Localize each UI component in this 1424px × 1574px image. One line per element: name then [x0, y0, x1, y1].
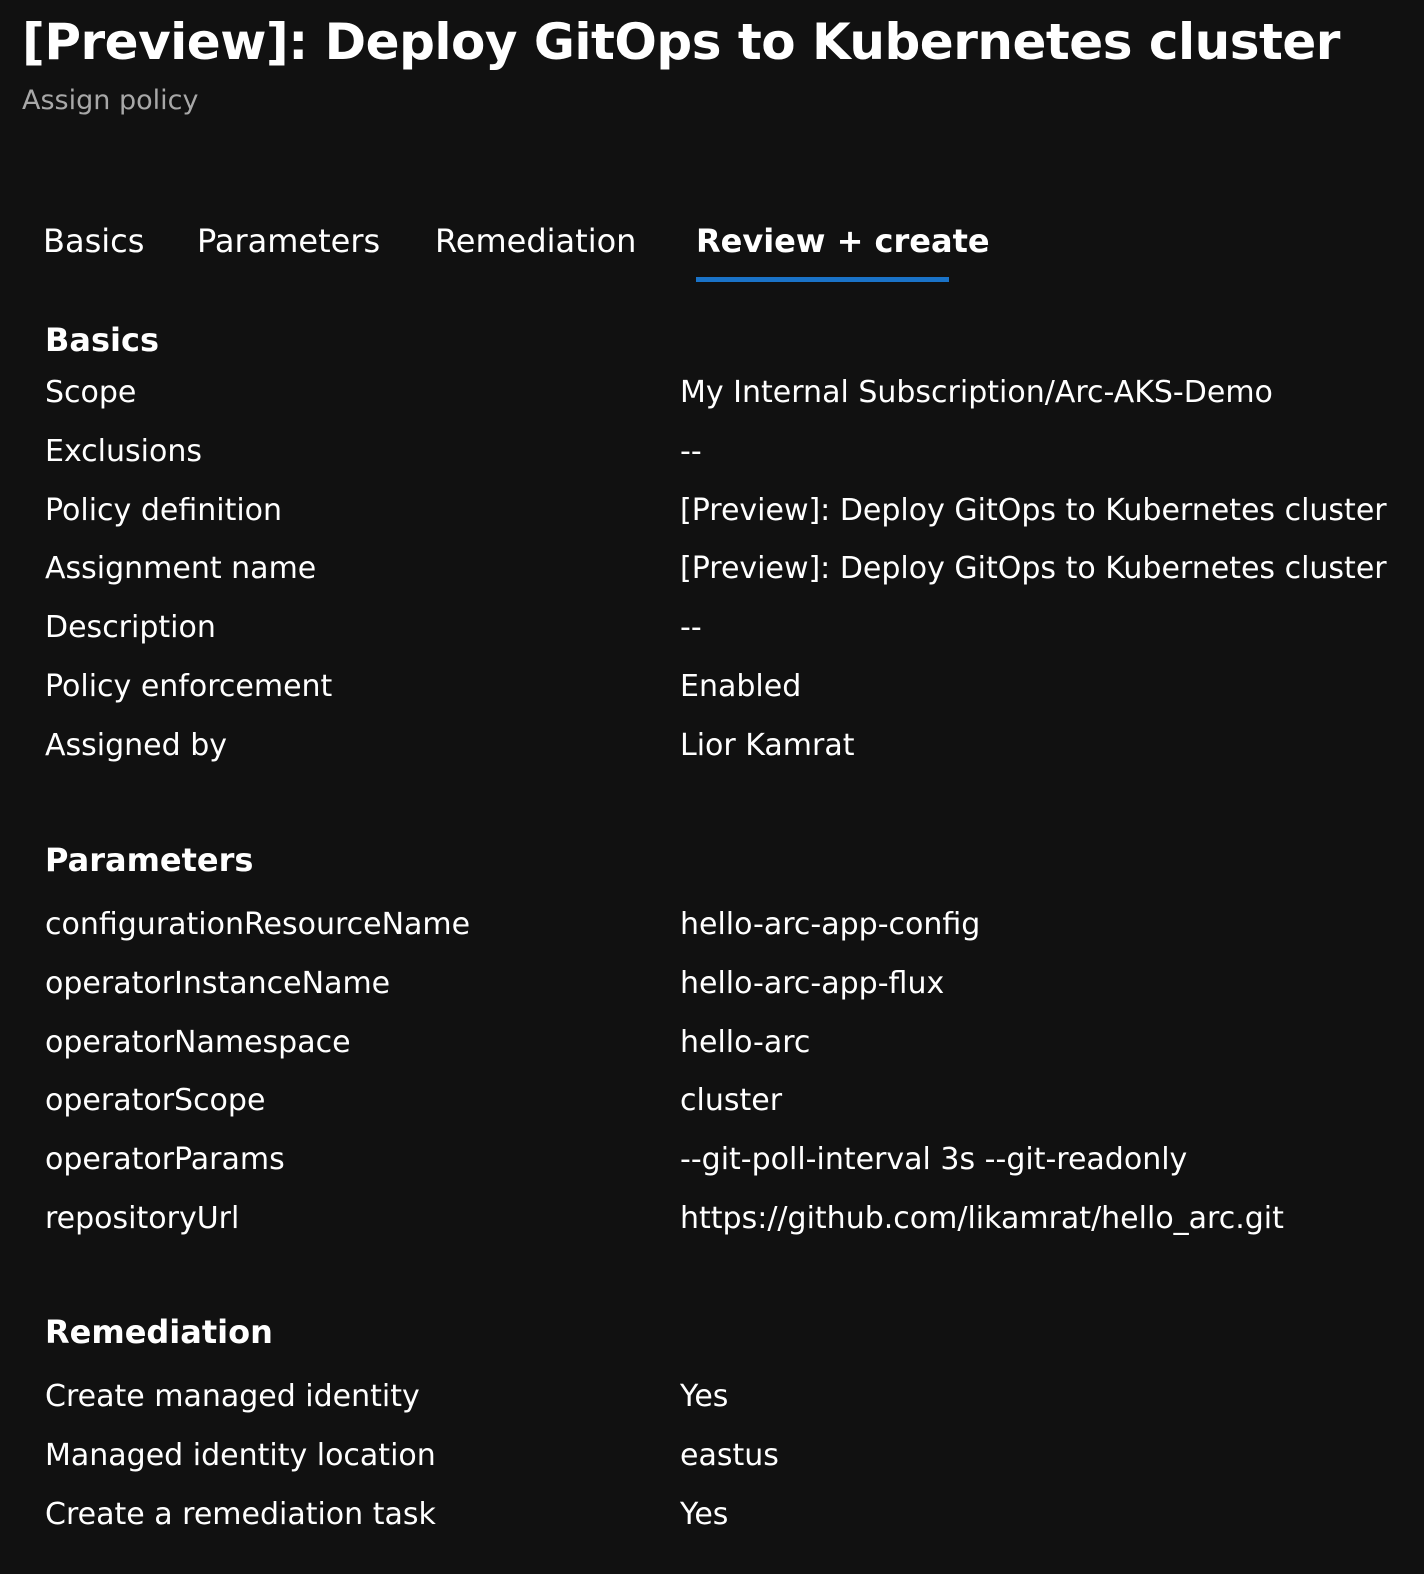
row-label: operatorScope	[45, 1083, 266, 1119]
tab-remediation[interactable]: Remediation	[435, 214, 636, 268]
summary-row-managed-identity-location: Managed identity location eastus	[45, 1435, 1405, 1494]
page-header: [Preview]: Deploy GitOps to Kubernetes c…	[22, 10, 1340, 119]
summary-row-operator-params: operatorParams --git-poll-interval 3s --…	[45, 1139, 1405, 1198]
summary-row-operator-namespace: operatorNamespace hello-arc	[45, 1022, 1405, 1081]
summary-row-create-managed-identity: Create managed identity Yes	[45, 1376, 1405, 1435]
summary-row-policy-definition: Policy definition [Preview]: Deploy GitO…	[45, 490, 1405, 549]
page-title: [Preview]: Deploy GitOps to Kubernetes c…	[22, 13, 1340, 71]
row-value: hello-arc	[680, 1024, 811, 1060]
row-value: Yes	[680, 1496, 729, 1532]
summary-row-assigned-by: Assigned by Lior Kamrat	[45, 725, 1405, 784]
row-value: My Internal Subscription/Arc-AKS-Demo	[680, 375, 1273, 410]
row-value: eastus	[680, 1437, 779, 1473]
tab-basics[interactable]: Basics	[43, 214, 144, 268]
row-value: https://github.com/likamrat/hello_arc.gi…	[680, 1200, 1284, 1236]
row-label: operatorNamespace	[45, 1024, 351, 1060]
section-title-parameters: Parameters	[45, 841, 254, 879]
remediation-section: Remediation Create managed identity Yes …	[45, 1310, 1405, 1552]
row-label: configurationResourceName	[45, 907, 471, 942]
row-label: Assigned by	[45, 727, 228, 763]
row-label: Scope	[45, 375, 137, 410]
row-value: --	[680, 610, 702, 646]
row-label: Policy enforcement	[45, 668, 333, 704]
row-label: Description	[45, 610, 216, 646]
row-label: repositoryUrl	[45, 1200, 240, 1236]
row-label: Create managed identity	[45, 1379, 420, 1414]
row-value: Yes	[680, 1379, 729, 1414]
page-subtitle: Assign policy	[22, 85, 199, 116]
parameters-section: Parameters configurationResourceName hel…	[45, 838, 1405, 1257]
section-title-basics: Basics	[45, 321, 160, 359]
row-label: Policy definition	[45, 492, 283, 528]
tab-parameters[interactable]: Parameters	[197, 214, 380, 268]
summary-row-assignment-name: Assignment name [Preview]: Deploy GitOps…	[45, 548, 1405, 607]
row-value: --	[680, 433, 702, 469]
row-value: hello-arc-app-config	[680, 907, 981, 942]
basics-section: Basics Scope My Internal Subscription/Ar…	[45, 318, 1405, 784]
tab-review-create[interactable]: Review + create	[696, 214, 990, 282]
row-label: Managed identity location	[45, 1437, 436, 1473]
row-value: cluster	[680, 1083, 783, 1119]
section-title-remediation: Remediation	[45, 1313, 273, 1351]
summary-row-operator-scope: operatorScope cluster	[45, 1080, 1405, 1139]
row-label: Create a remediation task	[45, 1496, 436, 1532]
summary-row-policy-enforcement: Policy enforcement Enabled	[45, 666, 1405, 725]
row-value: Enabled	[680, 668, 802, 704]
row-label: operatorParams	[45, 1142, 285, 1178]
row-value: [Preview]: Deploy GitOps to Kubernetes c…	[680, 492, 1387, 528]
row-value: [Preview]: Deploy GitOps to Kubernetes c…	[680, 551, 1387, 587]
summary-row-configuration-resource-name: configurationResourceName hello-arc-app-…	[45, 904, 1405, 963]
row-value: hello-arc-app-flux	[680, 965, 945, 1001]
row-label: operatorInstanceName	[45, 965, 391, 1001]
summary-row-exclusions: Exclusions --	[45, 431, 1405, 490]
row-label: Exclusions	[45, 433, 202, 469]
summary-row-description: Description --	[45, 607, 1405, 666]
summary-row-repository-url: repositoryUrl https://github.com/likamra…	[45, 1198, 1405, 1257]
row-value: --git-poll-interval 3s --git-readonly	[680, 1142, 1188, 1178]
row-label: Assignment name	[45, 551, 317, 587]
row-value: Lior Kamrat	[680, 727, 855, 763]
summary-row-create-remediation-task: Create a remediation task Yes	[45, 1494, 1405, 1553]
summary-row-scope: Scope My Internal Subscription/Arc-AKS-D…	[45, 372, 1405, 431]
wizard-tabs: Basics Parameters Remediation Review + c…	[0, 214, 1000, 284]
summary-row-operator-instance-name: operatorInstanceName hello-arc-app-flux	[45, 963, 1405, 1022]
